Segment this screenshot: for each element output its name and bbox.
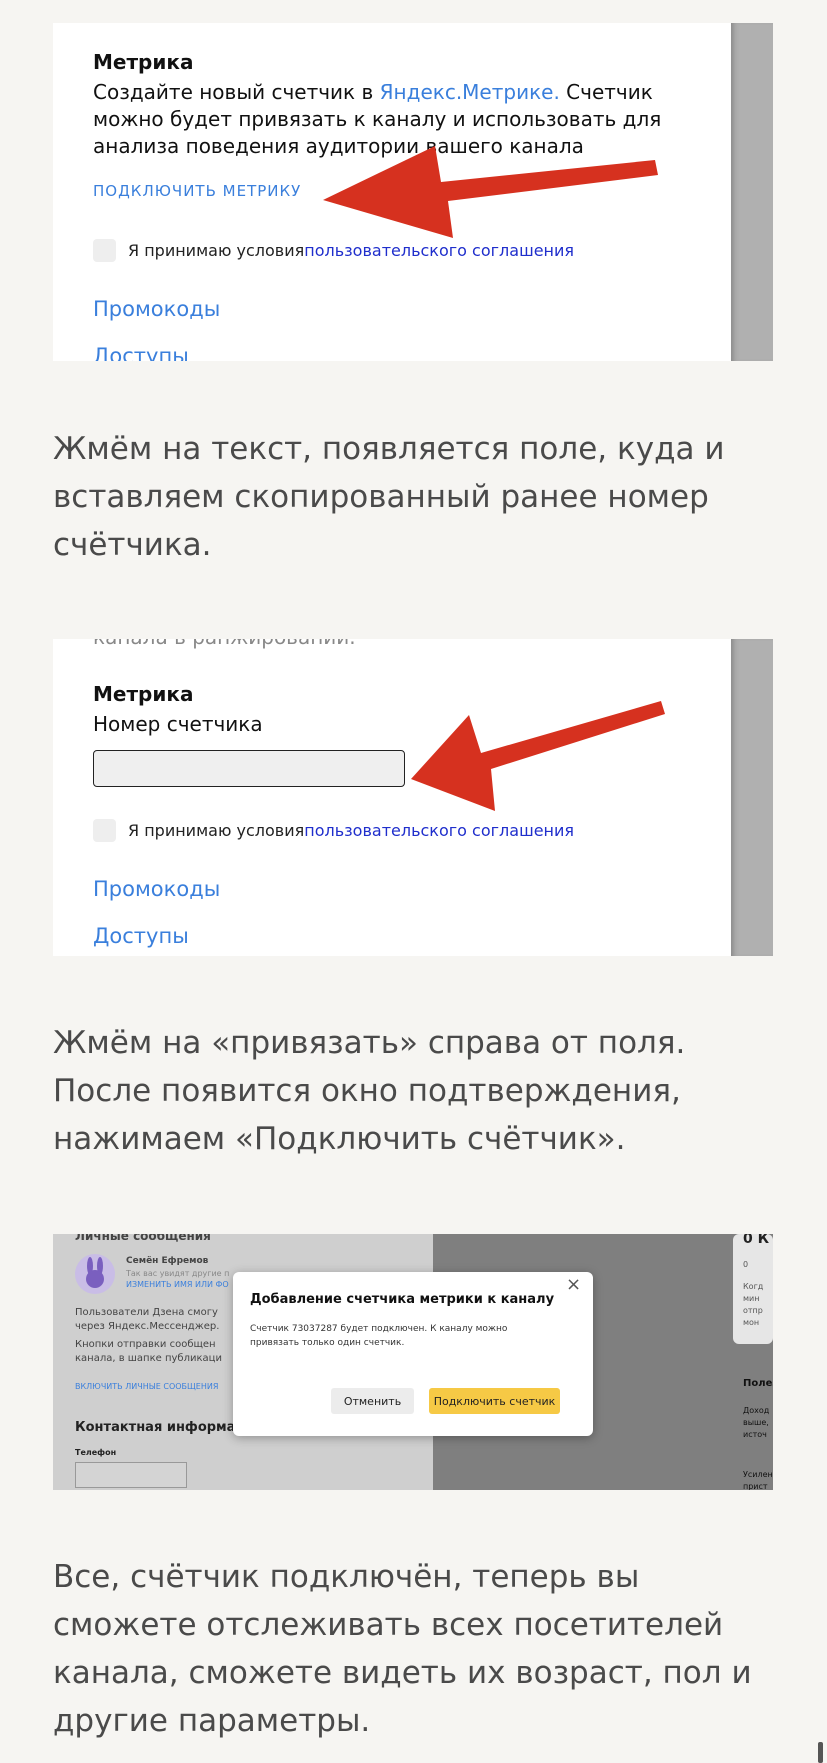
section-title: Личные сообщения [75,1234,211,1243]
accept-terms-checkbox[interactable] [93,819,116,842]
change-name-link[interactable]: ИЗМЕНИТЬ ИМЯ ИЛИ ФО [126,1280,229,1289]
user-subtitle: Так вас увидят другие п [126,1269,230,1278]
buttons-text: канала, в шапке публикаци [75,1353,222,1364]
accept-terms-text: Я принимаю условия [128,821,305,840]
confirm-modal: × Добавление счетчика метрики к каналу С… [233,1272,593,1436]
stats-value: 0 К [743,1234,770,1247]
paragraph-2: Жмём на «привязать» справа от поля. Посл… [53,1025,686,1157]
paragraph-3: Все, счётчик подключён, теперь вы сможет… [53,1559,752,1739]
stats-text: мон [743,1318,760,1327]
access-link[interactable]: Доступы [93,344,189,361]
close-icon[interactable]: × [566,1274,581,1295]
useful-text: источ [743,1430,767,1439]
useful-text: прист [743,1482,768,1490]
connect-metrika-link[interactable]: ПОДКЛЮЧИТЬ МЕТРИКУ [93,182,301,200]
counter-number-input[interactable] [93,750,405,787]
accept-terms-text: Я принимаю условия [128,241,305,260]
paragraph-1: Жмём на текст, появляется поле, куда и в… [53,431,725,563]
enable-messages-link[interactable]: ВКЛЮЧИТЬ ЛИЧНЫЕ СООБЩЕНИЯ [75,1382,218,1391]
useful-text: Доход [743,1406,770,1415]
buttons-text: Кнопки отправки сообщен [75,1339,216,1350]
desc-text: Создайте новый счетчик в [93,80,380,104]
stats-text: отпр [743,1306,763,1315]
stats-card: 0 К 0 Когд мин отпр мон [733,1234,773,1344]
phone-input[interactable] [75,1462,187,1488]
cancel-button[interactable]: Отменить [331,1388,414,1414]
screenshot-confirm-dialog: Личные сообщения Семён Ефремов Так вас у… [53,1234,773,1490]
screenshot-metrika-field: канала в ранжировании. Метрика Номер сче… [53,639,773,956]
user-agreement-link[interactable]: пользовательского соглашения [304,821,574,840]
page-scrollbar-thumb[interactable] [818,1742,823,1763]
connect-counter-button[interactable]: Подключить счетчик [429,1388,560,1414]
cut-text: канала в ранжировании. [93,639,356,651]
scrollbar-area [731,23,773,361]
avatar [75,1254,115,1294]
modal-text: привязать только один счетчик. [250,1338,405,1348]
users-text: через Яндекс.Мессенджер. [75,1321,220,1332]
phone-label: Телефон [75,1448,117,1457]
modal-title: Добавление счетчика метрики к каналу [250,1292,555,1307]
scrollbar-area [731,639,773,956]
promo-codes-link[interactable]: Промокоды [93,297,220,321]
accept-terms-row: Я принимаю условия пользовательского сог… [93,819,574,842]
promo-codes-link[interactable]: Промокоды [93,877,220,901]
desc-text: можно будет привязать к каналу и использ… [93,107,662,131]
stats-text: Когд [743,1282,764,1291]
modal-text: Счетчик 73037287 будет подключен. К кана… [250,1324,508,1334]
desc-text: Счетчик [559,80,653,104]
stats-text: мин [743,1294,760,1303]
stats-zero: 0 [743,1260,749,1269]
accept-terms-checkbox[interactable] [93,239,116,262]
screenshot-metrika-connect: Метрика Создайте новый счетчик в Яндекс.… [53,23,773,361]
access-link[interactable]: Доступы [93,924,189,948]
rabbit-icon [86,1257,104,1288]
red-arrow-annotation [323,146,658,238]
users-text: Пользователи Дзена смогу [75,1307,218,1318]
useful-heading: Полез [743,1378,773,1389]
red-arrow-annotation [411,701,665,811]
metrika-title: Метрика [93,682,194,706]
counter-number-label: Номер счетчика [93,712,263,736]
metrika-title: Метрика [93,50,194,74]
useful-text: выше, [743,1418,769,1427]
user-name: Семён Ефремов [126,1256,209,1266]
yandex-metrika-link[interactable]: Яндекс.Метрике. [380,80,560,104]
useful-text: Усилен [743,1470,773,1479]
